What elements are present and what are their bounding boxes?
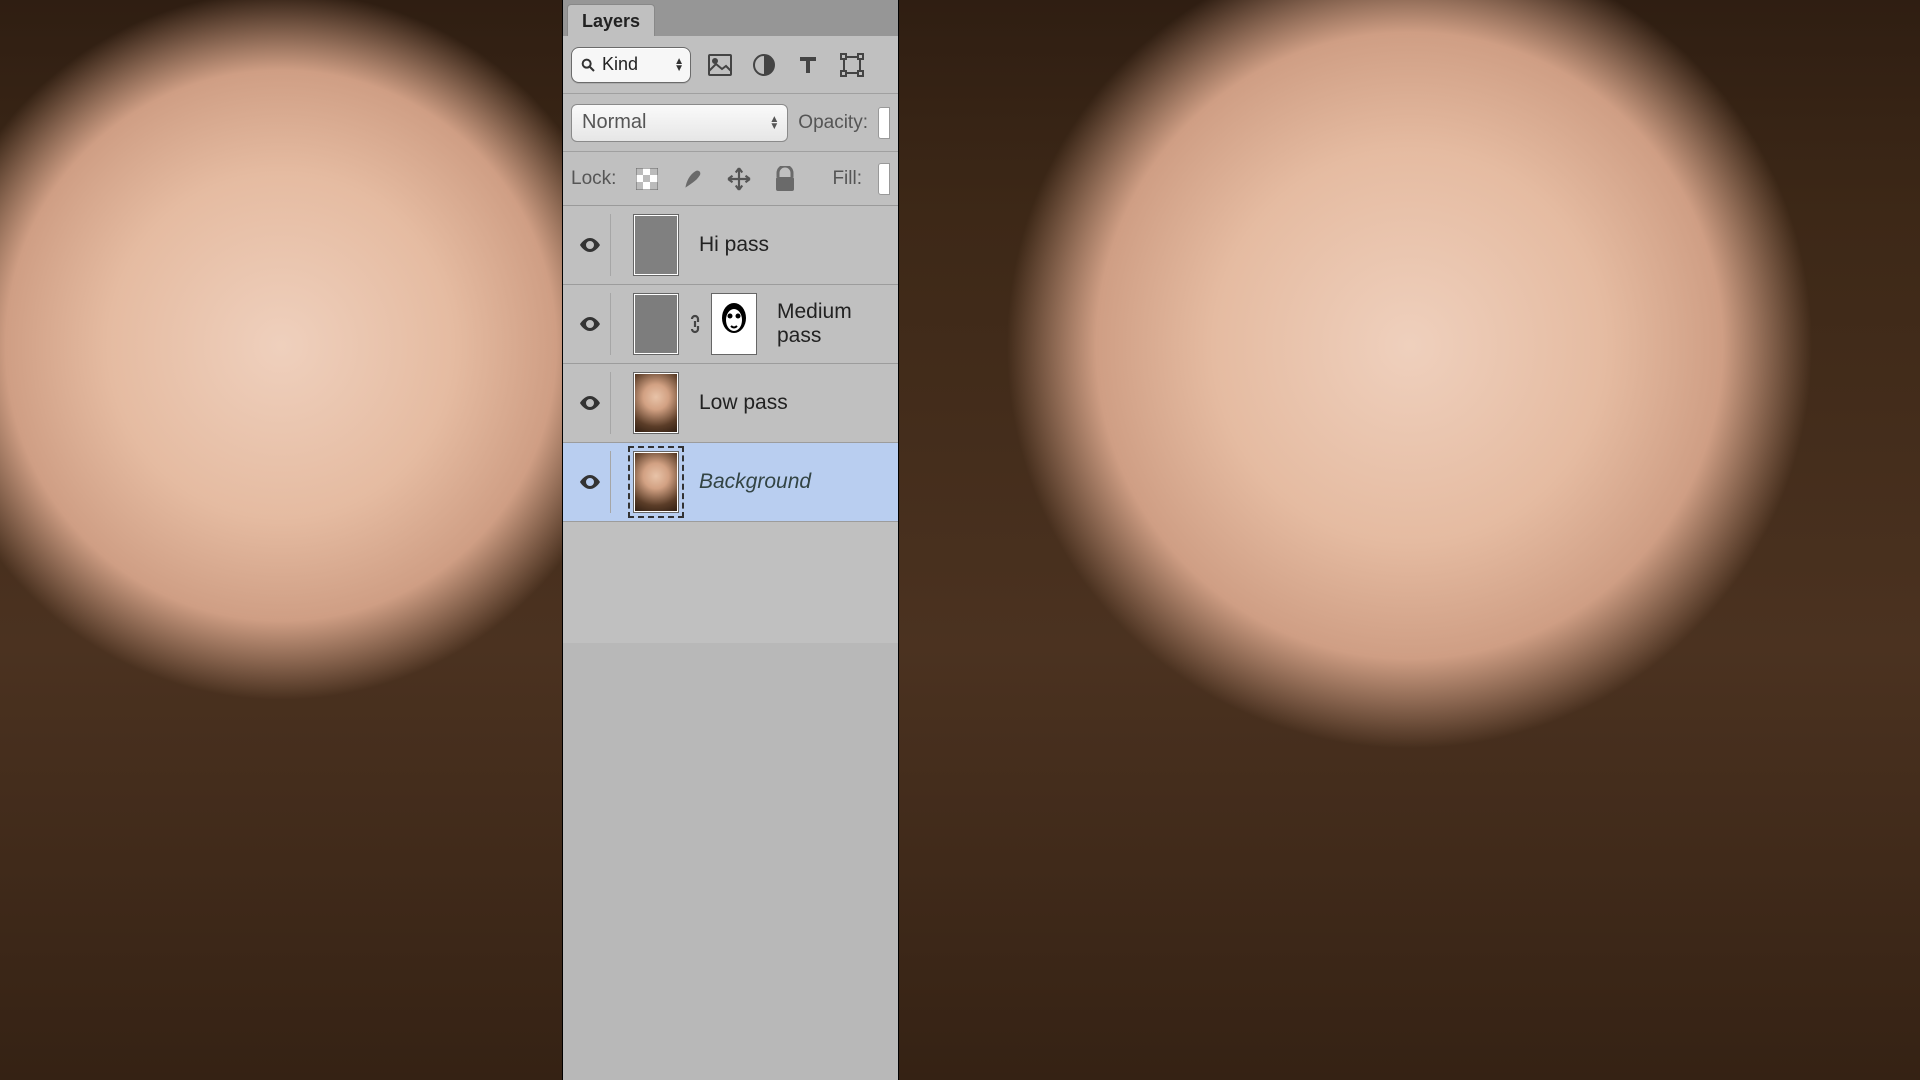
chevron-updown-icon: ▲▼ — [674, 58, 684, 72]
layer-name-label[interactable]: Hi pass — [689, 233, 892, 257]
layer-row-medium-pass[interactable]: Medium pass — [563, 285, 898, 364]
fill-input[interactable] — [878, 163, 890, 195]
layer-thumbnail[interactable] — [633, 293, 679, 355]
opacity-input[interactable] — [878, 107, 890, 139]
layer-row-background[interactable]: Background — [563, 443, 898, 522]
filter-type-icon[interactable] — [793, 50, 823, 80]
panel-empty-area — [563, 643, 898, 1080]
layer-row-hi-pass[interactable]: Hi pass — [563, 206, 898, 285]
layer-visibility-toggle[interactable] — [569, 293, 611, 355]
layer-visibility-toggle[interactable] — [569, 214, 611, 276]
layer-visibility-toggle[interactable] — [569, 372, 611, 434]
layers-panel: Layers Kind ▲▼ — [563, 0, 898, 1080]
opacity-label: Opacity: — [798, 112, 868, 134]
after-image — [898, 0, 1920, 1080]
filter-kind-label: Kind — [602, 54, 638, 75]
layer-thumbnail[interactable] — [633, 372, 679, 434]
tab-layers[interactable]: Layers — [567, 4, 655, 36]
blend-mode-value: Normal — [582, 111, 646, 134]
layer-list: Hi pass — [563, 206, 898, 643]
layer-name-label[interactable]: Low pass — [689, 391, 892, 415]
filter-kind-select[interactable]: Kind ▲▼ — [571, 47, 691, 83]
link-icon — [685, 313, 705, 335]
blend-mode-select[interactable]: Normal ▲▼ — [571, 104, 788, 142]
lock-position-icon[interactable] — [724, 164, 754, 194]
layer-mask-thumbnail[interactable] — [711, 293, 757, 355]
layer-row-low-pass[interactable]: Low pass — [563, 364, 898, 443]
eye-icon — [578, 312, 602, 336]
lock-transparent-icon[interactable] — [632, 164, 662, 194]
layer-name-label[interactable]: Background — [689, 470, 892, 494]
filter-shape-icon[interactable] — [837, 50, 867, 80]
layer-name-label[interactable]: Medium pass — [767, 300, 892, 348]
layer-thumbnail[interactable] — [633, 451, 679, 513]
eye-icon — [578, 391, 602, 415]
filter-adjustment-icon[interactable] — [749, 50, 779, 80]
blend-row: Normal ▲▼ Opacity: — [563, 94, 898, 152]
eye-icon — [578, 470, 602, 494]
lock-row: Lock: — [563, 152, 898, 206]
before-image — [0, 0, 563, 1080]
layer-thumbnail[interactable] — [633, 214, 679, 276]
lock-all-icon[interactable] — [770, 164, 800, 194]
layer-visibility-toggle[interactable] — [569, 451, 611, 513]
chevron-updown-icon: ▲▼ — [769, 116, 779, 130]
tab-layers-label: Layers — [582, 11, 640, 31]
lock-label: Lock: — [571, 168, 616, 190]
eye-icon — [578, 233, 602, 257]
panel-tabbar: Layers — [563, 0, 898, 36]
filter-pixel-icon[interactable] — [705, 50, 735, 80]
lock-image-icon[interactable] — [678, 164, 708, 194]
layer-filter-row: Kind ▲▼ — [563, 36, 898, 94]
fill-label: Fill: — [832, 168, 862, 190]
search-icon — [580, 57, 596, 73]
